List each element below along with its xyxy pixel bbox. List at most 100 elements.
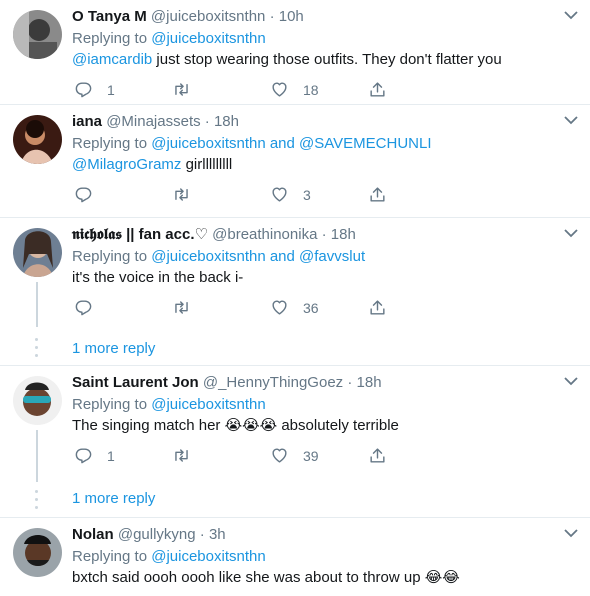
share-icon	[370, 82, 385, 97]
crying-emoji: 😭😭😭	[224, 416, 278, 434]
display-name[interactable]: iana	[72, 113, 102, 130]
display-name[interactable]: Saint Laurent Jon	[72, 374, 199, 391]
share-icon	[370, 300, 385, 315]
reply-button[interactable]: 1	[74, 80, 115, 99]
laughing-emoji: 😂😂	[424, 568, 460, 586]
reply-icon	[75, 448, 92, 464]
replying-to-users[interactable]: @juiceboxitsnthn	[151, 396, 265, 413]
tweet-actions: 36	[72, 298, 554, 320]
like-icon	[272, 448, 287, 463]
replying-to: Replying to @juiceboxitsnthn	[72, 546, 554, 567]
separator: ·	[269, 8, 275, 25]
user-handle[interactable]: @juiceboxitsnthn	[151, 8, 265, 25]
avatar[interactable]	[13, 228, 62, 277]
separator: ·	[347, 374, 353, 391]
mention-link[interactable]: @iamcardib	[72, 51, 152, 68]
tweet-body: The singing match her	[72, 417, 225, 434]
thread-dots	[35, 338, 39, 362]
replying-to-label: Replying to	[72, 548, 148, 565]
like-button[interactable]: 3	[270, 185, 311, 204]
share-button[interactable]	[368, 298, 387, 317]
user-handle[interactable]: @_HennyThingGoez	[203, 374, 343, 391]
tweet-body-end: absolutely terrible	[277, 417, 399, 434]
like-count: 3	[303, 186, 311, 203]
reply-icon	[75, 82, 92, 98]
share-button[interactable]	[368, 185, 387, 204]
chevron-down-icon[interactable]	[564, 228, 578, 238]
replying-to-users[interactable]: @juiceboxitsnthn	[151, 30, 265, 47]
reply-count: 1	[107, 447, 115, 464]
retweet-button[interactable]	[172, 298, 205, 317]
thread-dots	[35, 490, 39, 514]
chevron-down-icon[interactable]	[564, 115, 578, 125]
tweet-body: girlllllllll	[181, 156, 233, 173]
share-button[interactable]	[368, 80, 387, 99]
like-button[interactable]: 18	[270, 80, 319, 99]
replying-to-label: Replying to	[72, 396, 148, 413]
tweet[interactable]: 𝖓𝖎𝖈𝖍𝖔𝖑𝖆𝖘 || fan acc.♡ @breathinonika · 1…	[0, 218, 590, 366]
tweet-text: bxtch said oooh oooh like she was about …	[72, 567, 554, 588]
show-more-replies-link[interactable]: 1 more reply	[72, 490, 155, 507]
timestamp[interactable]: 3h	[209, 526, 226, 543]
replying-to-label: Replying to	[72, 135, 148, 152]
retweet-icon	[175, 449, 188, 462]
share-icon	[370, 187, 385, 202]
avatar[interactable]	[13, 115, 62, 164]
like-button[interactable]: 39	[270, 446, 319, 465]
avatar[interactable]	[13, 10, 62, 59]
timestamp[interactable]: 18h	[331, 226, 356, 243]
separator: ·	[204, 113, 210, 130]
separator: ·	[321, 226, 327, 243]
tweet-actions: 3	[72, 185, 554, 207]
mention-link[interactable]: @MilagroGramz	[72, 156, 181, 173]
user-handle[interactable]: @gullykyng	[118, 526, 196, 543]
separator: ·	[199, 526, 205, 543]
replying-to-users[interactable]: @juiceboxitsnthn	[151, 548, 265, 565]
chevron-down-icon[interactable]	[564, 528, 578, 538]
reply-button[interactable]	[74, 298, 107, 317]
tweet[interactable]: iana @Minajassets · 18h Replying to @jui…	[0, 105, 590, 218]
reply-icon	[75, 187, 92, 203]
retweet-icon	[175, 188, 188, 201]
tweet[interactable]: Saint Laurent Jon @_HennyThingGoez · 18h…	[0, 366, 590, 518]
tweet[interactable]: Nolan @gullykyng · 3h Replying to @juice…	[0, 518, 590, 596]
avatar[interactable]	[13, 376, 62, 425]
thread-line	[36, 430, 38, 482]
like-count: 18	[303, 81, 319, 98]
timestamp[interactable]: 10h	[279, 8, 304, 25]
reply-thread-feed: O Tanya M @juiceboxitsnthn · 10h Replyin…	[0, 0, 590, 596]
replying-to: Replying to @juiceboxitsnthn	[72, 394, 554, 415]
replying-to-users[interactable]: @juiceboxitsnthn and @favvslut	[151, 248, 365, 265]
timestamp[interactable]: 18h	[214, 113, 239, 130]
avatar[interactable]	[13, 528, 62, 577]
like-icon	[272, 82, 287, 97]
retweet-button[interactable]	[172, 446, 205, 465]
retweet-icon	[175, 301, 188, 314]
tweet[interactable]: O Tanya M @juiceboxitsnthn · 10h Replyin…	[0, 0, 590, 105]
tweet-text: The singing match her 😭😭😭 absolutely ter…	[72, 415, 554, 436]
display-name[interactable]: O Tanya M	[72, 8, 147, 25]
tweet-body: bxtch said oooh oooh like she was about …	[72, 569, 425, 586]
show-more-replies-link[interactable]: 1 more reply	[72, 340, 155, 357]
tweet-text: @iamcardib just stop wearing those outfi…	[72, 49, 554, 70]
tweet-body: just stop wearing those outfits. They do…	[152, 51, 502, 68]
like-button[interactable]: 36	[270, 298, 319, 317]
reply-button[interactable]: 1	[74, 446, 115, 465]
chevron-down-icon[interactable]	[564, 376, 578, 386]
retweet-icon	[175, 83, 188, 96]
chevron-down-icon[interactable]	[564, 10, 578, 20]
tweet-actions: 1 39	[72, 446, 554, 468]
replying-to: Replying to @juiceboxitsnthn	[72, 28, 554, 49]
like-icon	[272, 300, 287, 315]
replying-to: Replying to @juiceboxitsnthn and @favvsl…	[72, 246, 554, 267]
display-name[interactable]: 𝖓𝖎𝖈𝖍𝖔𝖑𝖆𝖘 || fan acc.♡	[72, 226, 208, 243]
display-name[interactable]: Nolan	[72, 526, 114, 543]
retweet-button[interactable]	[172, 80, 205, 99]
share-button[interactable]	[368, 446, 387, 465]
user-handle[interactable]: @breathinonika	[212, 226, 317, 243]
timestamp[interactable]: 18h	[357, 374, 382, 391]
retweet-button[interactable]	[172, 185, 205, 204]
reply-button[interactable]	[74, 185, 107, 204]
user-handle[interactable]: @Minajassets	[106, 113, 200, 130]
replying-to-users[interactable]: @juiceboxitsnthn and @SAVEMECHUNLI	[151, 135, 431, 152]
